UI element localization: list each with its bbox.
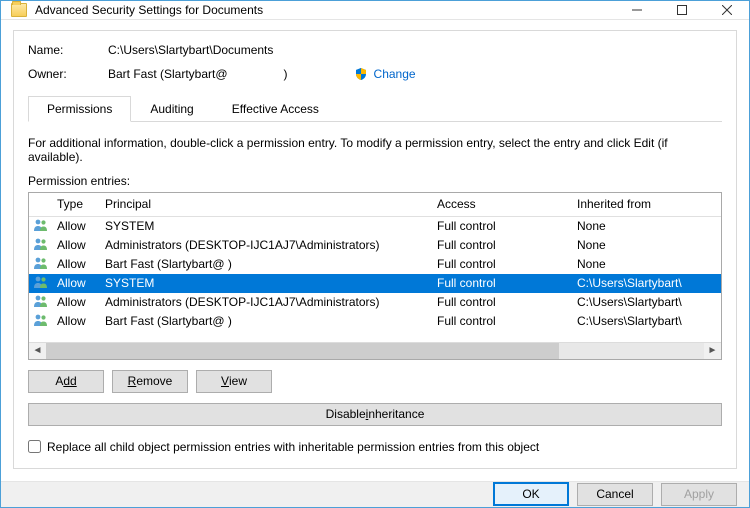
row-type: Allow	[53, 257, 101, 271]
row-type: Allow	[53, 295, 101, 309]
entries-label: Permission entries:	[28, 174, 722, 188]
replace-child-label: Replace all child object permission entr…	[47, 440, 539, 454]
tab-effective-access[interactable]: Effective Access	[213, 96, 338, 122]
permission-row[interactable]: AllowSYSTEMFull controlC:\Users\Slartyba…	[29, 274, 721, 293]
row-access: Full control	[433, 295, 573, 309]
row-access: Full control	[433, 276, 573, 290]
view-button[interactable]: View	[196, 370, 272, 393]
row-inherited: C:\Users\Slartybart\	[573, 295, 721, 309]
ok-button[interactable]: OK	[493, 482, 569, 506]
grid-header: Type Principal Access Inherited from	[29, 193, 721, 217]
col-header-principal[interactable]: Principal	[101, 197, 433, 211]
security-settings-window: Advanced Security Settings for Documents…	[0, 0, 750, 508]
content-area: Name: C:\Users\Slartybart\Documents Owne…	[1, 20, 749, 481]
apply-button[interactable]: Apply	[661, 483, 737, 506]
row-access: Full control	[433, 314, 573, 328]
permission-row[interactable]: AllowBart Fast (Slartybart@ )Full contro…	[29, 255, 721, 274]
col-header-access[interactable]: Access	[433, 197, 573, 211]
scroll-right-icon[interactable]: ►	[704, 345, 721, 356]
window-title: Advanced Security Settings for Documents	[35, 3, 614, 17]
minimize-button[interactable]	[614, 1, 659, 19]
close-button[interactable]	[704, 1, 749, 19]
tab-bar: Permissions Auditing Effective Access	[28, 95, 722, 122]
horizontal-scrollbar[interactable]: ◄ ►	[29, 342, 721, 359]
name-value: C:\Users\Slartybart\Documents	[108, 43, 722, 57]
row-principal: Administrators (DESKTOP-IJC1AJ7\Administ…	[101, 238, 433, 252]
cancel-button[interactable]: Cancel	[577, 483, 653, 506]
users-icon	[33, 313, 49, 327]
row-type: Allow	[53, 276, 101, 290]
titlebar: Advanced Security Settings for Documents	[1, 1, 749, 20]
replace-child-checkbox[interactable]	[28, 440, 41, 453]
maximize-button[interactable]	[659, 1, 704, 19]
users-icon	[33, 256, 49, 270]
dialog-footer: OK Cancel Apply	[1, 481, 749, 507]
users-icon	[33, 218, 49, 232]
shield-icon	[354, 67, 368, 81]
row-inherited: None	[573, 257, 721, 271]
change-owner-link[interactable]: Change	[374, 67, 416, 81]
owner-value: Bart Fast (Slartybart@	[108, 67, 228, 81]
row-inherited: C:\Users\Slartybart\	[573, 276, 721, 290]
main-panel: Name: C:\Users\Slartybart\Documents Owne…	[13, 30, 737, 469]
row-type: Allow	[53, 314, 101, 328]
scroll-left-icon[interactable]: ◄	[29, 345, 46, 356]
col-header-type[interactable]: Type	[53, 197, 101, 211]
owner-value-close: )	[284, 67, 288, 81]
row-inherited: None	[573, 238, 721, 252]
remove-button[interactable]: Remove	[112, 370, 188, 393]
permission-row[interactable]: AllowBart Fast (Slartybart@ )Full contro…	[29, 312, 721, 331]
users-icon	[33, 294, 49, 308]
row-access: Full control	[433, 257, 573, 271]
row-inherited: None	[573, 219, 721, 233]
row-principal: Bart Fast (Slartybart@ )	[101, 257, 433, 271]
permission-row[interactable]: AllowAdministrators (DESKTOP-IJC1AJ7\Adm…	[29, 293, 721, 312]
disable-inheritance-button[interactable]: Disable inheritance	[28, 403, 722, 426]
permission-row[interactable]: AllowSYSTEMFull controlNone	[29, 217, 721, 236]
owner-label: Owner:	[28, 67, 108, 81]
tab-auditing[interactable]: Auditing	[131, 96, 212, 122]
folder-icon	[11, 3, 27, 17]
info-text: For additional information, double-click…	[28, 136, 722, 164]
row-access: Full control	[433, 238, 573, 252]
row-type: Allow	[53, 238, 101, 252]
row-type: Allow	[53, 219, 101, 233]
col-header-inherited[interactable]: Inherited from	[573, 197, 721, 211]
row-principal: Bart Fast (Slartybart@ )	[101, 314, 433, 328]
users-icon	[33, 237, 49, 251]
scroll-thumb[interactable]	[46, 343, 559, 359]
permission-grid: Type Principal Access Inherited from All…	[28, 192, 722, 360]
row-principal: SYSTEM	[101, 219, 433, 233]
name-label: Name:	[28, 43, 108, 57]
row-inherited: C:\Users\Slartybart\	[573, 314, 721, 328]
users-icon	[33, 275, 49, 289]
row-access: Full control	[433, 219, 573, 233]
add-button[interactable]: Add	[28, 370, 104, 393]
row-principal: Administrators (DESKTOP-IJC1AJ7\Administ…	[101, 295, 433, 309]
tab-permissions[interactable]: Permissions	[28, 96, 131, 122]
permission-row[interactable]: AllowAdministrators (DESKTOP-IJC1AJ7\Adm…	[29, 236, 721, 255]
row-principal: SYSTEM	[101, 276, 433, 290]
grid-body: AllowSYSTEMFull controlNoneAllowAdminist…	[29, 217, 721, 342]
